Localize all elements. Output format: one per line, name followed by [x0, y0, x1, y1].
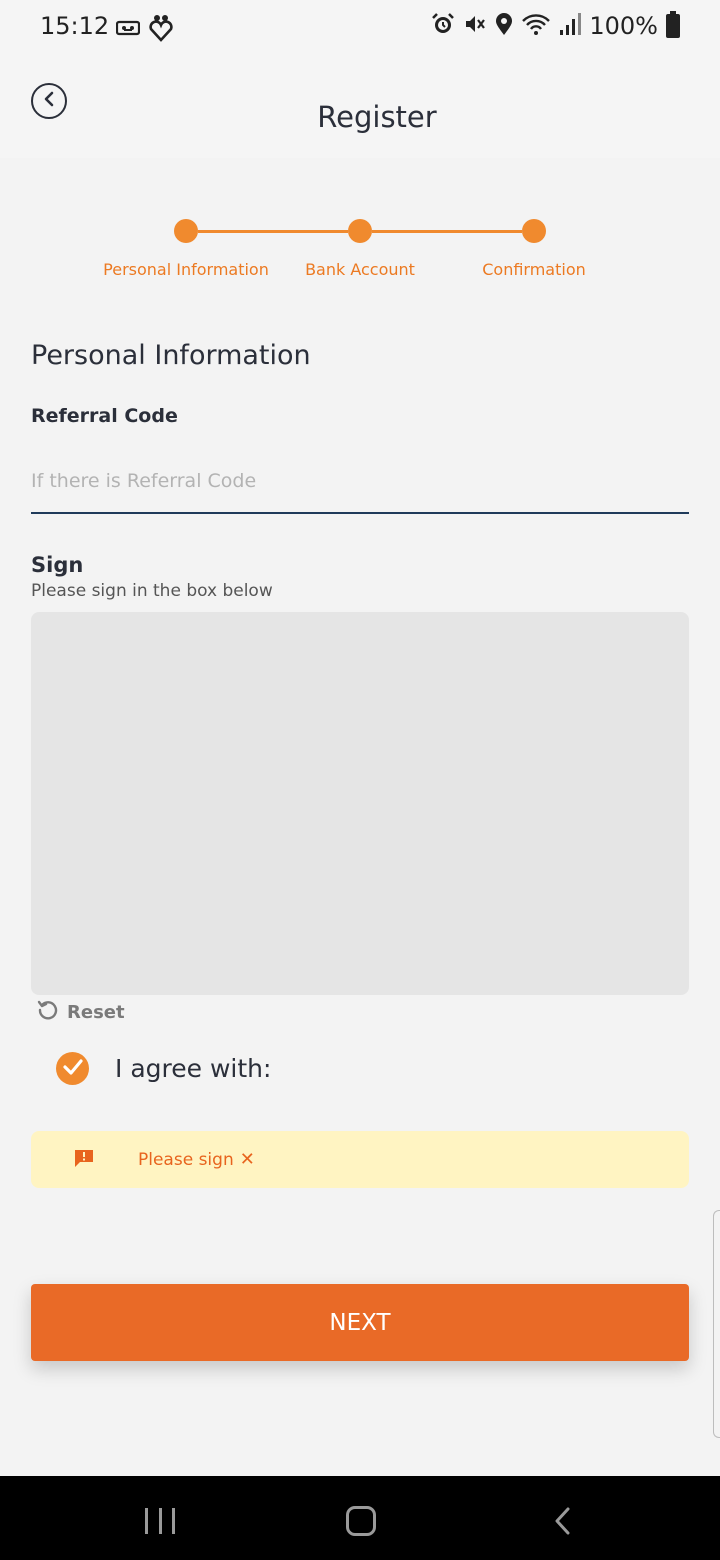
signal-icon [559, 12, 582, 40]
sign-help-text: Please sign in the box below [31, 581, 273, 601]
location-icon [495, 12, 513, 40]
referral-code-input[interactable] [31, 450, 689, 514]
warning-alert: Please sign ✕ [31, 1131, 689, 1188]
step-dot-bank [348, 219, 372, 243]
step-label-confirmation: Confirmation [482, 260, 586, 279]
recent-bar [145, 1508, 148, 1534]
alert-icon [74, 1148, 94, 1168]
section-title: Personal Information [31, 340, 311, 371]
referral-code-label: Referral Code [31, 405, 178, 427]
agree-checkbox[interactable] [56, 1052, 89, 1085]
recent-bar [172, 1508, 175, 1534]
battery-icon [666, 11, 680, 38]
reset-icon [37, 999, 59, 1025]
system-nav-bar [0, 1476, 720, 1560]
alert-message: Please sign ✕ [138, 1149, 255, 1170]
page-title: Register [317, 100, 437, 134]
scroll-indicator[interactable] [713, 1210, 720, 1438]
voicemail-icon [115, 20, 141, 40]
wifi-icon [521, 12, 551, 40]
header: Register [0, 56, 720, 158]
step-dot-confirmation [522, 219, 546, 243]
alarm-icon [431, 12, 455, 40]
agreement-row: I agree with: [56, 1052, 271, 1085]
status-time: 15:12 [40, 12, 110, 40]
status-left-icons [115, 14, 174, 46]
step-connector [198, 230, 348, 233]
chevron-back-icon [555, 1507, 570, 1535]
close-icon[interactable]: ✕ [240, 1149, 255, 1170]
battery-percent: 100% [589, 12, 658, 40]
recent-apps-button[interactable] [145, 1508, 175, 1534]
mute-icon [463, 12, 487, 40]
recent-bar [158, 1508, 162, 1534]
reset-label: Reset [67, 1001, 125, 1023]
next-button[interactable]: NEXT [31, 1284, 689, 1361]
status-bar: 15:12 100% [0, 0, 720, 56]
step-dot-personal [174, 219, 198, 243]
signature-pad[interactable] [31, 612, 689, 995]
progress-stepper: Personal Information Bank Account Confir… [0, 158, 720, 298]
status-right-icons: 100% [431, 11, 680, 40]
alert-text: Please sign [138, 1149, 234, 1170]
step-connector [372, 230, 522, 233]
home-button[interactable] [346, 1506, 376, 1536]
hearts-icon [148, 14, 174, 46]
reset-button[interactable]: Reset [37, 999, 125, 1025]
nav-back-button[interactable] [552, 1506, 574, 1536]
check-icon [62, 1058, 83, 1079]
agree-label: I agree with: [115, 1054, 272, 1083]
step-label-personal: Personal Information [103, 260, 269, 279]
step-label-bank: Bank Account [305, 260, 415, 279]
sign-label: Sign [31, 553, 84, 577]
